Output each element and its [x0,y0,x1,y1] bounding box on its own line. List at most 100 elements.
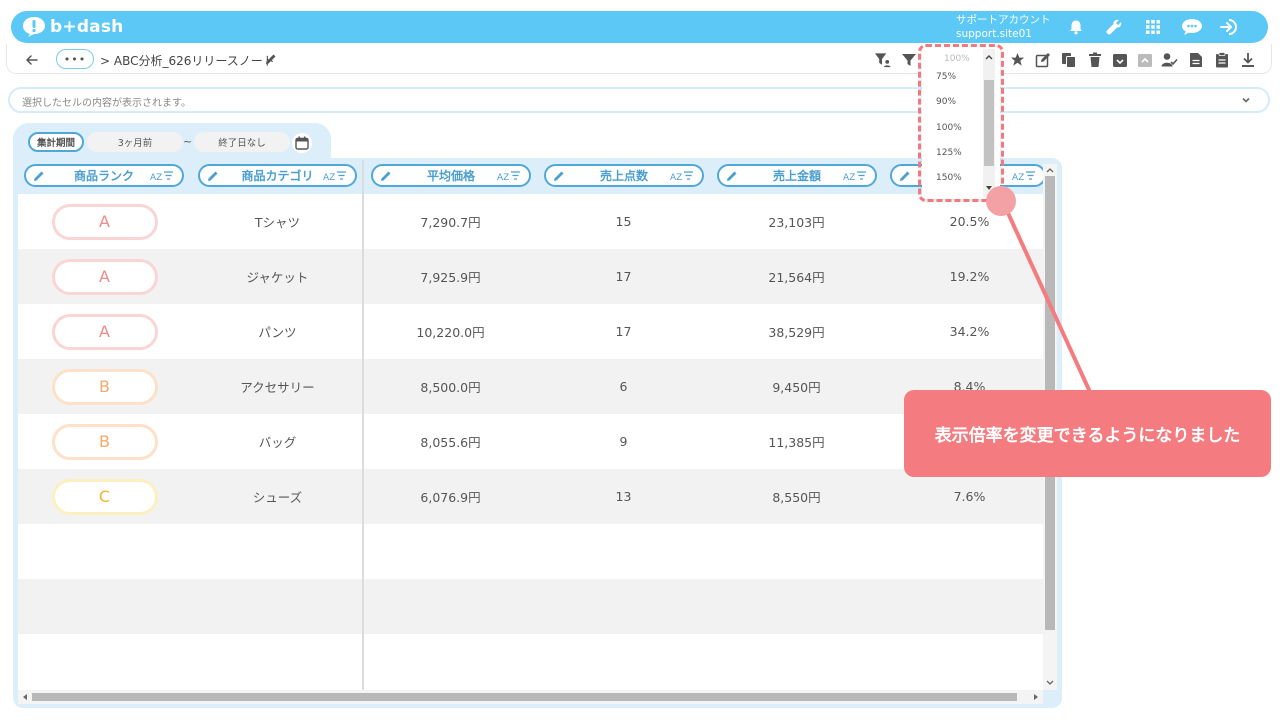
callout-dot [986,186,1016,216]
table-row[interactable]: A パンツ 10,220.0円 17 38,529円 34.2% [18,304,1043,359]
cell-category[interactable]: シューズ [191,469,364,524]
chat-support-icon[interactable] [1180,17,1204,37]
rank-badge: A [51,203,158,240]
logo-bubble-icon [23,17,45,37]
column-header-category[interactable]: 商品カテゴリ AZ [198,164,357,187]
rank-badge: C [51,478,158,515]
copy-icon[interactable] [1060,51,1077,68]
account-name: サポートアカウント [956,14,1051,26]
column-header-quantity[interactable]: 売上点数 AZ [544,164,704,187]
chevron-down-icon[interactable] [1240,94,1252,106]
apps-grid-icon[interactable] [1143,17,1163,37]
cell-avg-price[interactable]: 10,220.0円 [364,304,537,359]
table-row[interactable]: C シューズ 6,076.9円 13 8,550円 7.6% [18,469,1043,524]
period-end-field[interactable]: 終了日なし [194,132,290,152]
period-start-field[interactable]: 3ヶ月前 [87,132,183,152]
cell-sales[interactable]: 8,550円 [710,469,883,524]
cell-category[interactable]: Tシャツ [191,194,364,249]
cell-sales[interactable]: 23,103円 [710,194,883,249]
sort-filter-icon[interactable]: AZ [497,169,521,183]
edit-pencil-icon[interactable] [552,169,566,183]
edit-pencil-icon[interactable] [206,169,220,183]
calendar-icon[interactable] [292,133,312,153]
sort-filter-icon[interactable]: AZ [1012,169,1036,183]
table-row[interactable]: A Tシャツ 7,290.7円 15 23,103円 20.5% [18,194,1043,249]
svg-text:AZ: AZ [1012,173,1024,183]
cell-category[interactable]: ジャケット [191,249,364,304]
back-arrow-icon[interactable] [24,52,40,68]
column-header-sales[interactable]: 売上金額 AZ [717,164,877,187]
rank-badge: A [51,258,158,295]
edit-pencil-icon[interactable] [379,169,393,183]
table-row[interactable]: A ジャケット 7,925.9円 17 21,564円 19.2% [18,249,1043,304]
cell-avg-price[interactable]: 8,500.0円 [364,359,537,414]
rank-badge: B [51,423,158,460]
edit-pencil-icon[interactable] [725,169,739,183]
zoom-highlight-frame [918,44,1004,202]
archive-icon[interactable] [1111,51,1128,68]
cell-category[interactable]: バッグ [191,414,364,469]
cell-ratio[interactable]: 7.6% [883,469,1056,524]
scroll-up-arrow-icon[interactable] [1045,166,1055,174]
download-icon[interactable] [1239,51,1256,68]
account-info[interactable]: サポートアカウント support.site01 [956,13,1056,41]
sort-filter-icon[interactable]: AZ [670,169,694,183]
cell-category[interactable]: パンツ [191,304,364,359]
more-menu-button[interactable]: ••• [56,49,94,69]
clipboard-icon[interactable] [1213,51,1230,68]
cell-quantity[interactable]: 9 [537,414,710,469]
rank-badge: B [51,368,158,405]
breadcrumb: > ABC分析_626リリースノート [100,54,275,68]
user-check-icon[interactable] [1161,51,1178,68]
table-row[interactable]: B バッグ 8,055.6円 9 11,385円 [18,414,1043,469]
column-header-avg-price[interactable]: 平均価格 AZ [371,164,531,187]
scroll-down-arrow-icon[interactable] [1045,679,1055,687]
svg-text:AZ: AZ [150,173,162,183]
selected-cell-content-bar[interactable] [8,87,1270,113]
cell-avg-price[interactable]: 6,076.9円 [364,469,537,524]
edit-icon[interactable] [1034,51,1051,68]
logo-text: b+dash [50,17,124,37]
scroll-right-arrow-icon[interactable] [1032,693,1040,701]
edit-title-pencil-icon[interactable] [264,52,280,68]
cell-avg-price[interactable]: 7,925.9円 [364,249,537,304]
sort-filter-icon[interactable]: AZ [323,169,347,183]
filter-icon[interactable] [900,51,917,68]
scroll-left-arrow-icon[interactable] [21,693,29,701]
column-header-rank[interactable]: 商品ランク AZ [24,164,184,187]
svg-text:AZ: AZ [497,173,509,183]
cell-quantity[interactable]: 17 [537,249,710,304]
document-icon[interactable] [1187,51,1204,68]
favorite-star-icon[interactable] [1009,51,1026,68]
cell-quantity[interactable]: 15 [537,194,710,249]
sort-filter-icon[interactable]: AZ [843,169,867,183]
cell-quantity[interactable]: 17 [537,304,710,359]
cell-avg-price[interactable]: 8,055.6円 [364,414,537,469]
unarchive-icon [1136,51,1153,68]
account-site: support.site01 [956,28,1032,40]
cell-avg-price[interactable]: 7,290.7円 [364,194,537,249]
edit-pencil-icon[interactable] [898,169,912,183]
cell-sales[interactable]: 11,385円 [710,414,883,469]
filter-user-icon[interactable] [874,51,891,68]
table-row[interactable]: B アクセサリー 8,500.0円 6 9,450円 8.4% [18,359,1043,414]
sort-filter-icon[interactable]: AZ [150,169,174,183]
app-logo[interactable]: b+dash [22,15,123,39]
callout-pointer-line [1000,198,1092,394]
cell-sales[interactable]: 38,529円 [710,304,883,359]
bell-icon[interactable] [1066,17,1086,37]
cell-sales[interactable]: 9,450円 [710,359,883,414]
logout-icon[interactable] [1219,17,1239,37]
horizontal-scroll-thumb[interactable] [32,693,1017,701]
cell-quantity[interactable]: 6 [537,359,710,414]
selected-cell-placeholder: 選択したセルの内容が表示されます。 [22,98,191,109]
rank-badge: A [51,313,158,350]
wrench-icon[interactable] [1104,17,1124,37]
period-label: 集計期間 [28,132,84,152]
svg-text:AZ: AZ [843,173,855,183]
trash-icon[interactable] [1086,51,1103,68]
cell-sales[interactable]: 21,564円 [710,249,883,304]
cell-category[interactable]: アクセサリー [191,359,364,414]
cell-quantity[interactable]: 13 [537,469,710,524]
edit-pencil-icon[interactable] [32,169,46,183]
